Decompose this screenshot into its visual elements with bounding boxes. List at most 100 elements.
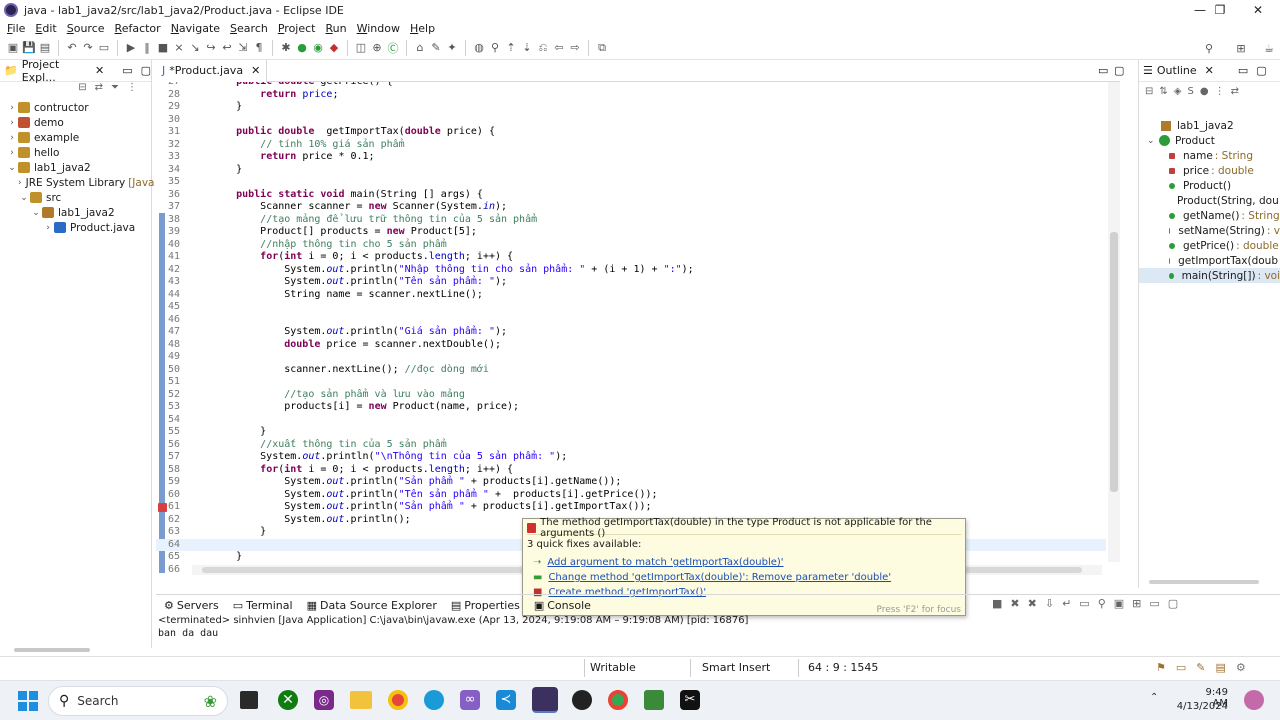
clock-date[interactable]: 4/13/2024 bbox=[1176, 701, 1228, 712]
search-icon[interactable]: ⚲ bbox=[1202, 41, 1216, 55]
new-java-project-icon[interactable]: ◫ bbox=[354, 41, 368, 55]
code-line[interactable]: 46 bbox=[156, 314, 1106, 327]
code-line[interactable]: 44 String name = scanner.nextLine(); bbox=[156, 289, 1106, 302]
code-editor[interactable]: 27 public double getPrice() {28 return p… bbox=[156, 82, 1106, 576]
hide-static-icon[interactable]: S bbox=[1187, 86, 1193, 114]
outline-item[interactable]: setName(String): v bbox=[1139, 223, 1280, 238]
collapse-all-icon[interactable]: ⊟ bbox=[78, 82, 86, 98]
hide-fields-icon[interactable]: ◈ bbox=[1174, 86, 1182, 114]
show-whitespace-icon[interactable]: ¶ bbox=[252, 41, 266, 55]
code-line[interactable]: 38 //tạo mảng để lưu trữ thông tin của 5… bbox=[156, 214, 1106, 227]
filter-icon[interactable]: ⏷ bbox=[111, 82, 119, 98]
coverage-icon[interactable]: ◉ bbox=[311, 41, 325, 55]
project-explorer-tab[interactable]: 📁 Project Expl... ✕ bbox=[0, 58, 108, 84]
code-line[interactable]: 55 } bbox=[156, 426, 1106, 439]
settings-icon[interactable]: ⚙ bbox=[1236, 661, 1246, 674]
outline-item[interactable]: Product() bbox=[1139, 178, 1280, 193]
open-console-icon[interactable]: ⊞ bbox=[1132, 597, 1141, 610]
menu-file[interactable]: File bbox=[2, 22, 30, 35]
copilot-icon[interactable] bbox=[1244, 690, 1264, 710]
editor-tab-product[interactable]: J *Product.java ✕ bbox=[156, 59, 268, 82]
chrome-icon[interactable] bbox=[388, 690, 408, 710]
menu-edit[interactable]: Edit bbox=[30, 22, 61, 35]
project-tree-item[interactable]: ⌄ src bbox=[0, 190, 151, 205]
step-into-icon[interactable]: ↘ bbox=[188, 41, 202, 55]
close-tab-icon[interactable]: ✕ bbox=[1205, 64, 1214, 77]
clipchamp-icon[interactable]: ◎ bbox=[314, 690, 334, 710]
code-line[interactable]: 47 System.out.println("Giá sản phẩm: "); bbox=[156, 326, 1106, 339]
redo-icon[interactable]: ↷ bbox=[81, 41, 95, 55]
terminal-icon[interactable]: ▭ bbox=[97, 41, 111, 55]
menu-refactor[interactable]: Refactor bbox=[110, 22, 166, 35]
console-output[interactable]: ban da dau bbox=[156, 628, 1280, 642]
code-line[interactable]: 31 public double getImportTax(double pri… bbox=[156, 126, 1106, 139]
github-icon[interactable] bbox=[572, 690, 592, 710]
package-icon[interactable]: ▤ bbox=[1216, 661, 1226, 674]
stop-icon[interactable]: ■ bbox=[156, 41, 170, 55]
code-viewport[interactable]: 27 public double getPrice() {28 return p… bbox=[156, 82, 1120, 588]
code-line[interactable]: 33 return price * 0.1; bbox=[156, 151, 1106, 164]
code-line[interactable]: 56 //xuất thông tin của 5 sản phẩm bbox=[156, 439, 1106, 452]
project-tree-item[interactable]: ⌄ lab1_java2 bbox=[0, 160, 151, 175]
disconnect-icon[interactable]: ⨯ bbox=[172, 41, 186, 55]
minimize-panel-icon[interactable]: ▭ bbox=[1238, 64, 1248, 77]
drop-frame-icon[interactable]: ⇲ bbox=[236, 41, 250, 55]
close-tab-icon[interactable]: ✕ bbox=[95, 64, 104, 77]
eclipse-taskbar-icon[interactable] bbox=[532, 687, 558, 713]
code-line[interactable]: 42 System.out.println("Nhập thông tin ch… bbox=[156, 264, 1106, 277]
run-icon[interactable]: ● bbox=[295, 41, 309, 55]
globe-icon[interactable]: ◍ bbox=[472, 41, 486, 55]
word-wrap-icon[interactable]: ↵ bbox=[1062, 597, 1071, 610]
maximize-panel-icon[interactable]: ▢ bbox=[1256, 64, 1266, 77]
code-line[interactable]: 39 Product[] products = new Product[5]; bbox=[156, 226, 1106, 239]
menu-run[interactable]: Run bbox=[321, 22, 352, 35]
java-perspective-icon[interactable]: ☕ bbox=[1262, 41, 1276, 55]
undo-icon[interactable]: ↶ bbox=[65, 41, 79, 55]
chevron-down-icon[interactable]: ⌄ bbox=[6, 163, 18, 173]
start-icon[interactable] bbox=[18, 691, 38, 711]
outline-item[interactable]: getPrice(): double bbox=[1139, 238, 1280, 253]
maximize-panel-icon[interactable]: ▢ bbox=[1168, 597, 1178, 610]
menu-help[interactable]: Help bbox=[405, 22, 440, 35]
project-tree-item[interactable]: › example bbox=[0, 130, 151, 145]
project-tree-item[interactable]: › demo bbox=[0, 115, 151, 130]
view-menu-icon[interactable]: ⋮ bbox=[127, 82, 137, 98]
code-line[interactable]: 41 for(int i = 0; i < products.length; i… bbox=[156, 251, 1106, 264]
new-package-icon[interactable]: ⊕ bbox=[370, 41, 384, 55]
properties-tab[interactable]: ▤ Properties bbox=[447, 595, 524, 615]
close-tab-icon[interactable]: ✕ bbox=[251, 64, 260, 77]
resume-icon[interactable]: ▶ bbox=[124, 41, 138, 55]
scroll-lock-icon[interactable]: ⇩ bbox=[1045, 597, 1054, 610]
console-tab[interactable]: ▣ Console bbox=[530, 595, 595, 615]
step-return-icon[interactable]: ↩ bbox=[220, 41, 234, 55]
folder-icon[interactable]: ▭ bbox=[1176, 661, 1186, 674]
terminal-tab[interactable]: ▭ Terminal bbox=[229, 595, 297, 615]
chevron-right-icon[interactable]: › bbox=[42, 223, 54, 233]
project-tree-item[interactable]: ⌄ lab1_java2 bbox=[0, 205, 151, 220]
code-line[interactable]: 59 System.out.println("Sản phẩm " + prod… bbox=[156, 476, 1106, 489]
code-line[interactable]: 50 scanner.nextLine(); //đọc dòng mới bbox=[156, 364, 1106, 377]
link-editor-icon[interactable]: ⇄ bbox=[95, 82, 103, 98]
vscode-icon[interactable]: ≺ bbox=[496, 690, 516, 710]
prev-annotation-icon[interactable]: ⇡ bbox=[504, 41, 518, 55]
maximize-button[interactable]: ❐ bbox=[1200, 0, 1240, 20]
quick-fix-add-argument[interactable]: ➝ Add argument to match 'getImportTax(do… bbox=[533, 557, 784, 568]
chevron-right-icon[interactable]: › bbox=[6, 148, 18, 158]
pin-editor-icon[interactable]: ⧉ bbox=[595, 41, 609, 55]
last-edit-icon[interactable]: ⎌ bbox=[536, 41, 550, 55]
file-explorer-icon[interactable] bbox=[350, 691, 372, 709]
chevron-right-icon[interactable]: › bbox=[6, 133, 18, 143]
data-source-explorer-tab[interactable]: ▦ Data Source Explorer bbox=[303, 595, 441, 615]
code-line[interactable]: 30 bbox=[156, 114, 1106, 127]
edge-icon[interactable] bbox=[424, 690, 444, 710]
save-all-icon[interactable]: ▤ bbox=[38, 41, 52, 55]
code-line[interactable]: 35 bbox=[156, 176, 1106, 189]
code-line[interactable]: 43 System.out.println("Tên sản phẩm: "); bbox=[156, 276, 1106, 289]
menu-window[interactable]: Window bbox=[352, 22, 405, 35]
code-line[interactable]: 49 bbox=[156, 351, 1106, 364]
link-editor-icon[interactable]: ⇄ bbox=[1231, 86, 1239, 114]
code-line[interactable]: 28 return price; bbox=[156, 89, 1106, 102]
code-line[interactable]: 29 } bbox=[156, 101, 1106, 114]
code-line[interactable]: 51 bbox=[156, 376, 1106, 389]
collapse-all-icon[interactable]: ⊟ bbox=[1145, 86, 1153, 114]
